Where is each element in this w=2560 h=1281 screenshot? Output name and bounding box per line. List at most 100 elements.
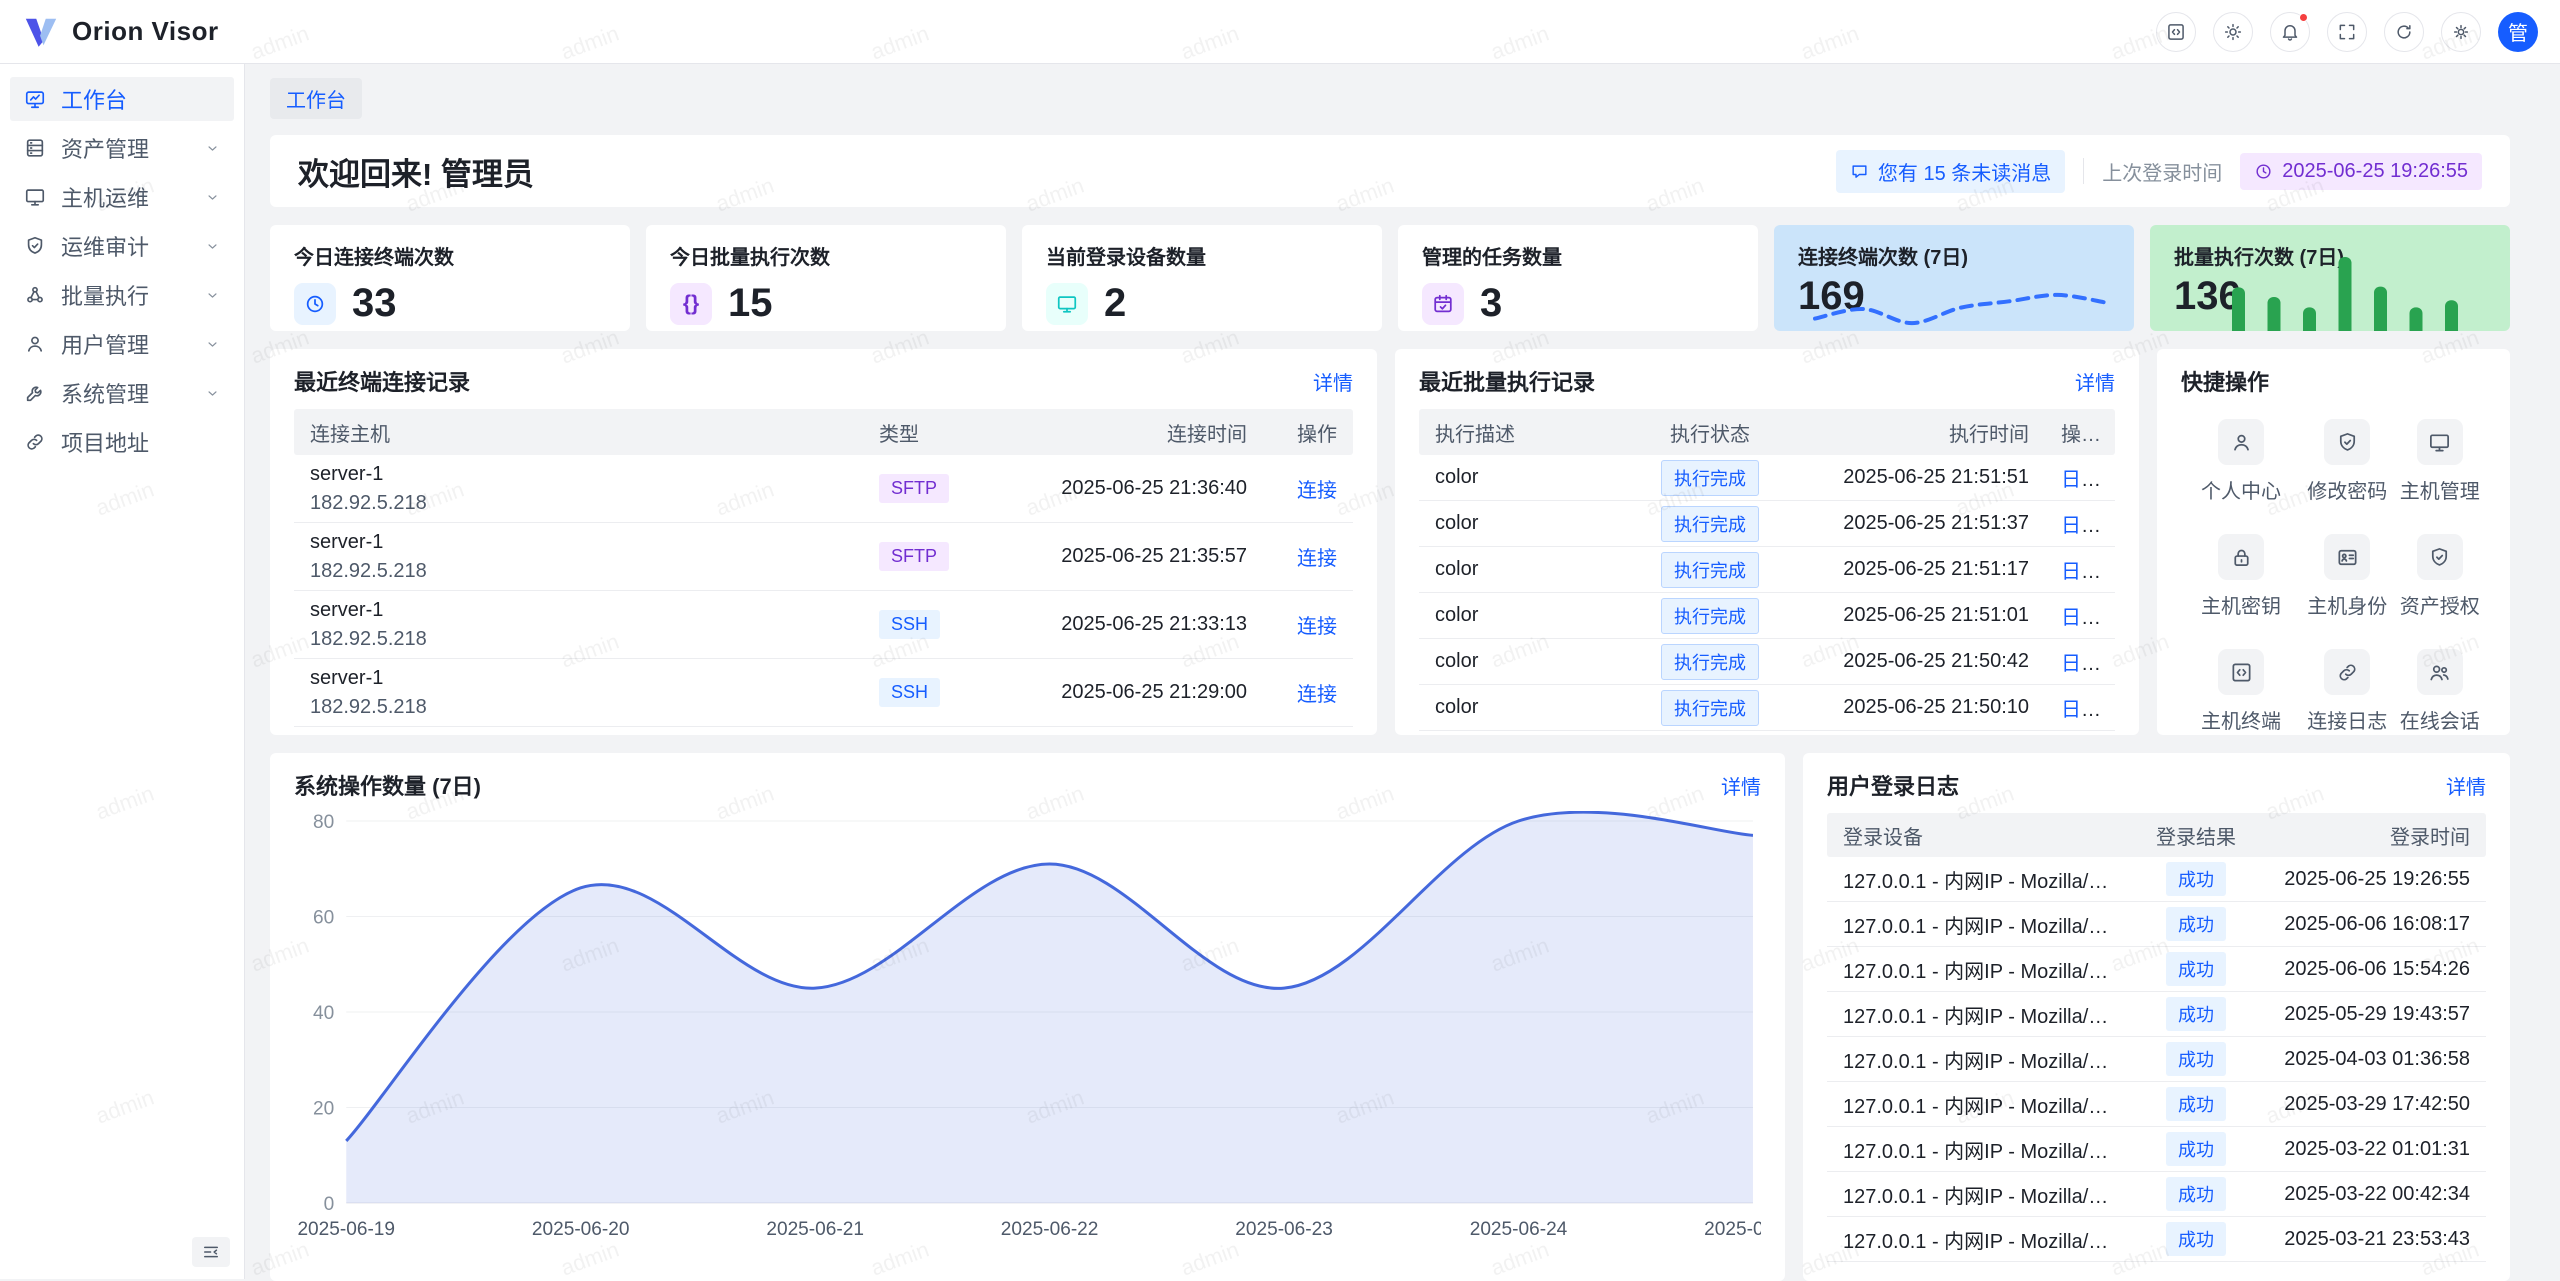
connect-time-cell: 2025-06-25 21:33:13 (1003, 613, 1263, 636)
sidebar-item-cluster[interactable]: 批量执行 (10, 273, 234, 317)
stat-card: 今日批量执行次数{}15 (646, 225, 1006, 331)
login-result-badge: 成功 (2166, 1132, 2226, 1166)
refresh-icon (2394, 22, 2414, 42)
quick-action-item[interactable]: 主机身份 (2301, 534, 2394, 619)
theme-toggle-button[interactable] (2213, 12, 2253, 52)
quick-action-item[interactable]: 修改密码 (2301, 419, 2394, 504)
id-card-icon (2336, 546, 2359, 569)
sidebar-item-wrench[interactable]: 系统管理 (10, 371, 234, 415)
main-content: 工作台 欢迎回来! 管理员 您有 15 条未读消息 上次登录时间 2025-06… (245, 64, 2560, 1279)
code-square-icon (2166, 22, 2186, 42)
column-header: 执行状态 (1625, 418, 1795, 447)
exec-status-badge: 执行完成 (1661, 460, 1759, 496)
table-row: 127.0.0.1 - 内网IP - Mozilla/5.0 (Windows … (1827, 1082, 2486, 1127)
log-link[interactable]: 日志 (2061, 515, 2101, 537)
quick-action-label: 修改密码 (2307, 475, 2387, 504)
exec-time-cell: 2025-06-25 21:51:17 (1795, 558, 2045, 581)
stat-card-title: 今日批量执行次数 (670, 241, 982, 270)
quick-action-item[interactable]: 主机密钥 (2181, 534, 2301, 619)
sidebar-item-desktop[interactable]: 主机运维 (10, 175, 234, 219)
login-time-cell: 2025-03-22 01:01:31 (2261, 1138, 2486, 1161)
last-login-time: 2025-06-25 19:26:55 (2282, 160, 2468, 183)
quick-actions-grid: 个人中心修改密码主机管理主机密钥主机身份资产授权主机终端连接日志在线会话文件操作… (2181, 419, 2486, 735)
system-operations-detail-link[interactable]: 详情 (1721, 771, 1761, 800)
terminal-connections-spark (1809, 259, 2112, 331)
log-link[interactable]: 日志 (2061, 699, 2101, 721)
login-device-cell: 127.0.0.1 - 内网IP - Mozilla/5.0 (Windows … (1827, 955, 2131, 984)
host-cell: server-1182.92.5.218 (294, 528, 863, 586)
protocol-badge: SSH (879, 678, 940, 707)
sidebar-item-asset-list[interactable]: 资产管理 (10, 126, 234, 170)
batch-exec-title: 最近批量执行记录 (1419, 365, 1595, 397)
user-icon (24, 333, 46, 355)
sidebar-item-dashboard[interactable]: 工作台 (10, 77, 234, 121)
login-time-cell: 2025-06-25 19:26:55 (2261, 868, 2486, 891)
quick-action-item[interactable]: 个人中心 (2181, 419, 2301, 504)
chevron-down-icon (205, 190, 220, 205)
notifications-button[interactable] (2270, 12, 2310, 52)
log-link[interactable]: 日志 (2061, 561, 2101, 583)
protocol-badge: SSH (879, 610, 940, 639)
login-result-badge: 成功 (2166, 1177, 2226, 1211)
notification-dot (2299, 13, 2308, 22)
login-device-cell: 127.0.0.1 - 内网IP - Mozilla/5.0 (Windows … (1827, 1135, 2131, 1164)
log-link[interactable]: 日志 (2061, 653, 2101, 675)
shield-check-icon (2428, 546, 2451, 569)
fullscreen-button[interactable] (2327, 12, 2367, 52)
refresh-button[interactable] (2384, 12, 2424, 52)
quick-action-item[interactable]: 资产授权 (2394, 534, 2487, 619)
sidebar-item-label: 项目地址 (61, 426, 149, 458)
sidebar-item-shield-check[interactable]: 运维审计 (10, 224, 234, 268)
connect-link[interactable]: 连接 (1297, 480, 1337, 502)
stat-cards-row: 今日连接终端次数33今日批量执行次数{}15当前登录设备数量2管理的任务数量3连… (270, 225, 2510, 331)
topbar-actions: 管 (2156, 12, 2538, 52)
quick-action-item[interactable]: 主机管理 (2394, 419, 2487, 504)
chevron-down-icon (205, 337, 220, 352)
stat-card-value: 3 (1480, 281, 1502, 326)
logo-icon (22, 13, 60, 51)
batch-exec-card: 最近批量执行记录 详情 执行描述执行状态执行时间操作color执行完成2025-… (1395, 349, 2139, 735)
lock-icon (2230, 546, 2253, 569)
connect-link[interactable]: 连接 (1297, 616, 1337, 638)
unread-messages-pill[interactable]: 您有 15 条未读消息 (1836, 150, 2065, 193)
exec-status-badge: 执行完成 (1661, 644, 1759, 680)
login-log-detail-link[interactable]: 详情 (2446, 771, 2486, 800)
terminal-connections-detail-link[interactable]: 详情 (1313, 367, 1353, 396)
host-cell: server-1182.92.5.218 (294, 664, 863, 722)
login-log-title: 用户登录日志 (1827, 769, 1959, 801)
quick-action-item[interactable]: 连接日志 (2301, 649, 2394, 734)
sidebar-item-link[interactable]: 项目地址 (10, 420, 234, 464)
quick-action-item[interactable]: 在线会话 (2394, 649, 2487, 734)
connect-link[interactable]: 连接 (1297, 684, 1337, 706)
batch-exec-detail-link[interactable]: 详情 (2075, 367, 2115, 396)
svg-text:2025-06-22: 2025-06-22 (1001, 1219, 1099, 1240)
svg-text:0: 0 (324, 1194, 335, 1215)
code-runner-button[interactable] (2156, 12, 2196, 52)
app-title: Orion Visor (72, 16, 219, 47)
app-logo[interactable]: Orion Visor (22, 13, 219, 51)
breadcrumb[interactable]: 工作台 (270, 78, 362, 119)
topbar: Orion Visor 管 (0, 0, 2560, 64)
protocol-badge: SFTP (879, 474, 949, 503)
quick-action-item[interactable]: 主机终端 (2181, 649, 2301, 734)
exec-status-badge: 执行完成 (1661, 598, 1759, 634)
sidebar-item-user[interactable]: 用户管理 (10, 322, 234, 366)
column-header: 登录结果 (2131, 821, 2261, 850)
quick-action-label: 资产授权 (2400, 590, 2480, 619)
settings-button[interactable] (2441, 12, 2481, 52)
desktop-icon (24, 186, 46, 208)
expand-icon (2337, 22, 2357, 42)
exec-time-cell: 2025-06-25 21:50:42 (1795, 650, 2045, 673)
users-icon (2428, 661, 2451, 684)
protocol-badge: SFTP (879, 542, 949, 571)
user-avatar[interactable]: 管 (2498, 12, 2538, 52)
log-link[interactable]: 日志 (2061, 469, 2101, 491)
exec-desc-cell: color (1419, 558, 1625, 581)
host-cell: server-1182.92.5.218 (294, 460, 863, 518)
sidebar-collapse-button[interactable] (192, 1237, 230, 1267)
login-device-cell: 127.0.0.1 - 内网IP - Mozilla/5.0 (Windows … (1827, 1180, 2131, 1209)
login-result-badge: 成功 (2166, 907, 2226, 941)
login-device-cell: 127.0.0.1 - 内网IP - Mozilla/5.0 (Windows … (1827, 1090, 2131, 1119)
log-link[interactable]: 日志 (2061, 607, 2101, 629)
connect-link[interactable]: 连接 (1297, 548, 1337, 570)
